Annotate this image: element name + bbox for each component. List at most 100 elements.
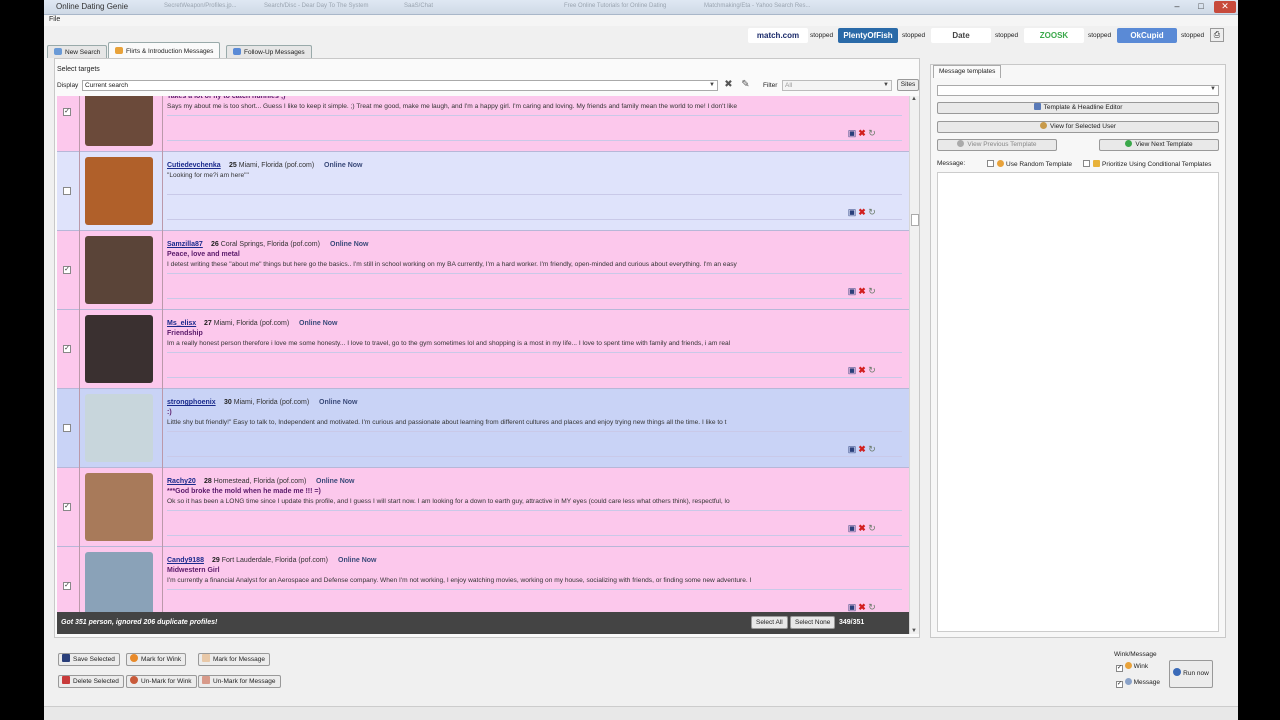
profile-checkbox[interactable] — [63, 187, 71, 195]
refresh-icon[interactable]: ↻ — [867, 129, 877, 138]
display-select[interactable]: Current search ▼ — [82, 80, 718, 91]
site-logo-zoosk[interactable]: ZOOSK — [1024, 28, 1084, 43]
refresh-icon[interactable]: ↻ — [867, 208, 877, 217]
refresh-icon[interactable]: ↻ — [867, 366, 877, 375]
profile-photo[interactable] — [85, 473, 153, 541]
mark-message-button[interactable]: Mark for Message — [198, 653, 271, 666]
profile-row[interactable]: Cutiedevchenka 25 Miami, Florida (pof.com… — [57, 152, 909, 231]
profile-username[interactable]: Samzilla87 — [167, 241, 203, 248]
scroll-up-icon[interactable]: ▲ — [911, 96, 917, 102]
profile-row[interactable]: ✓ Candy9188 29 Fort Lauderdale, Florida (p… — [57, 547, 909, 612]
list-scrollbar[interactable]: ▲ ▼ — [909, 96, 919, 634]
online-status: Online Now — [299, 320, 338, 327]
message-checkbox[interactable]: ✓ — [1116, 681, 1123, 688]
profile-checkbox[interactable]: ✓ — [63, 582, 71, 590]
profile-username[interactable]: Candy9188 — [167, 557, 204, 564]
profile-photo[interactable] — [85, 394, 153, 462]
wink-checkbox[interactable]: ✓ — [1116, 665, 1123, 672]
profile-photo[interactable] — [85, 552, 153, 612]
use-random-checkbox[interactable] — [987, 160, 994, 167]
tab-new-search[interactable]: New Search — [47, 45, 108, 58]
save-icon[interactable]: ▣ — [847, 208, 857, 217]
delete-icon[interactable]: ✖ — [857, 129, 867, 138]
profile-checkbox[interactable] — [63, 424, 71, 432]
profile-username[interactable]: Cutiedevchenka — [167, 162, 221, 169]
profile-checkbox[interactable]: ✓ — [63, 503, 71, 511]
template-editor-button[interactable]: Template & Headline Editor — [937, 102, 1219, 114]
delete-icon[interactable]: ✖ — [857, 366, 867, 375]
profile-checkbox[interactable]: ✓ — [63, 108, 71, 116]
photo-cell — [79, 152, 163, 231]
message-textarea[interactable] — [937, 172, 1219, 632]
delete-icon[interactable]: ✖ — [857, 524, 867, 533]
sites-button[interactable]: Sites — [897, 79, 919, 91]
select-none-button[interactable]: Select None — [790, 616, 836, 629]
refresh-icon[interactable]: ↻ — [867, 603, 877, 612]
message-option[interactable]: ✓ Message — [1116, 678, 1160, 688]
profile-username[interactable]: Ms_elisx — [167, 320, 196, 327]
site-logo-okcupid[interactable]: OkCupid — [1117, 28, 1177, 43]
select-all-button[interactable]: Select All — [751, 616, 788, 629]
profile-username[interactable]: strongphoenix — [167, 399, 216, 406]
divider — [167, 377, 902, 378]
clear-icon[interactable]: ✖ — [722, 79, 735, 92]
edit-icon[interactable]: ✎ — [739, 79, 752, 92]
view-selected-user-button[interactable]: View for Selected User — [937, 121, 1219, 133]
view-previous-template-button[interactable]: View Previous Template — [937, 139, 1057, 151]
profile-row[interactable]: strongphoenix 30 Miami, Florida (pof.com)… — [57, 389, 909, 468]
profile-username[interactable]: Rachy20 — [167, 478, 196, 485]
profile-row[interactable]: ✓ Samzilla87 26 Coral Springs, Florida (po… — [57, 231, 909, 310]
maximize-button[interactable]: □ — [1190, 1, 1212, 13]
filter-select[interactable]: All ▼ — [782, 80, 892, 91]
site-settings-icon[interactable]: ⎙ — [1210, 28, 1224, 42]
scroll-down-icon[interactable]: ▼ — [911, 628, 917, 634]
refresh-icon[interactable]: ↻ — [867, 287, 877, 296]
save-icon[interactable]: ▣ — [847, 524, 857, 533]
site-logo-pof[interactable]: PlentyOfFish — [838, 28, 898, 43]
profile-row[interactable]: ✓ Rachy20 28 Homestead, Florida (pof.com) O… — [57, 468, 909, 547]
delete-icon[interactable]: ✖ — [857, 287, 867, 296]
unmark-wink-button[interactable]: Un-Mark for Wink — [126, 675, 197, 688]
menu-file[interactable]: File — [49, 16, 60, 23]
save-icon[interactable]: ▣ — [847, 287, 857, 296]
save-selected-button[interactable]: Save Selected — [58, 653, 120, 666]
prioritize-conditional-checkbox[interactable] — [1083, 160, 1090, 167]
refresh-icon[interactable]: ↻ — [867, 445, 877, 454]
site-logo-match[interactable]: match.com — [748, 28, 808, 43]
profile-row[interactable]: ✓ Ms_elisx 27 Miami, Florida (pof.com) Onli… — [57, 310, 909, 389]
profile-photo[interactable] — [85, 236, 153, 304]
save-icon[interactable]: ▣ — [847, 445, 857, 454]
profile-checkbox[interactable]: ✓ — [63, 266, 71, 274]
profile-photo[interactable] — [85, 315, 153, 383]
profile-photo[interactable] — [85, 96, 153, 146]
site-logo-date[interactable]: Date — [931, 28, 991, 43]
save-icon[interactable]: ▣ — [847, 129, 857, 138]
run-now-button[interactable]: Run now — [1169, 660, 1213, 688]
chevron-down-icon: ▼ — [709, 82, 715, 88]
close-button[interactable]: ✕ — [1214, 1, 1236, 13]
tab-message-templates[interactable]: Message templates — [933, 65, 1002, 78]
delete-icon[interactable]: ✖ — [857, 208, 867, 217]
divider — [167, 219, 902, 220]
tab-follow-up[interactable]: Follow-Up Messages — [226, 45, 312, 58]
mark-wink-button[interactable]: Mark for Wink — [126, 653, 187, 666]
profile-row[interactable]: ✓Feli8826 Miami, Florida (pof.com)Online… — [57, 96, 909, 152]
profile-headline: :) — [167, 409, 172, 416]
profile-photo[interactable] — [85, 157, 153, 225]
refresh-icon[interactable]: ↻ — [867, 524, 877, 533]
save-icon[interactable]: ▣ — [847, 603, 857, 612]
delete-icon[interactable]: ✖ — [857, 445, 867, 454]
tab-flirts[interactable]: Flirts & Introduction Messages — [108, 42, 221, 58]
wink-option[interactable]: ✓ Wink — [1116, 662, 1148, 672]
minimize-button[interactable]: – — [1166, 1, 1188, 13]
view-next-template-button[interactable]: View Next Template — [1099, 139, 1219, 151]
delete-selected-button[interactable]: Delete Selected — [58, 675, 124, 688]
tab-label: Follow-Up Messages — [244, 49, 305, 56]
row-actions: ▣ ✖ ↻ — [847, 129, 883, 138]
template-select[interactable]: ▼ — [937, 85, 1219, 96]
delete-icon[interactable]: ✖ — [857, 603, 867, 612]
save-icon[interactable]: ▣ — [847, 366, 857, 375]
unmark-message-button[interactable]: Un-Mark for Message — [198, 675, 281, 688]
scroll-thumb[interactable] — [911, 214, 919, 226]
profile-checkbox[interactable]: ✓ — [63, 345, 71, 353]
